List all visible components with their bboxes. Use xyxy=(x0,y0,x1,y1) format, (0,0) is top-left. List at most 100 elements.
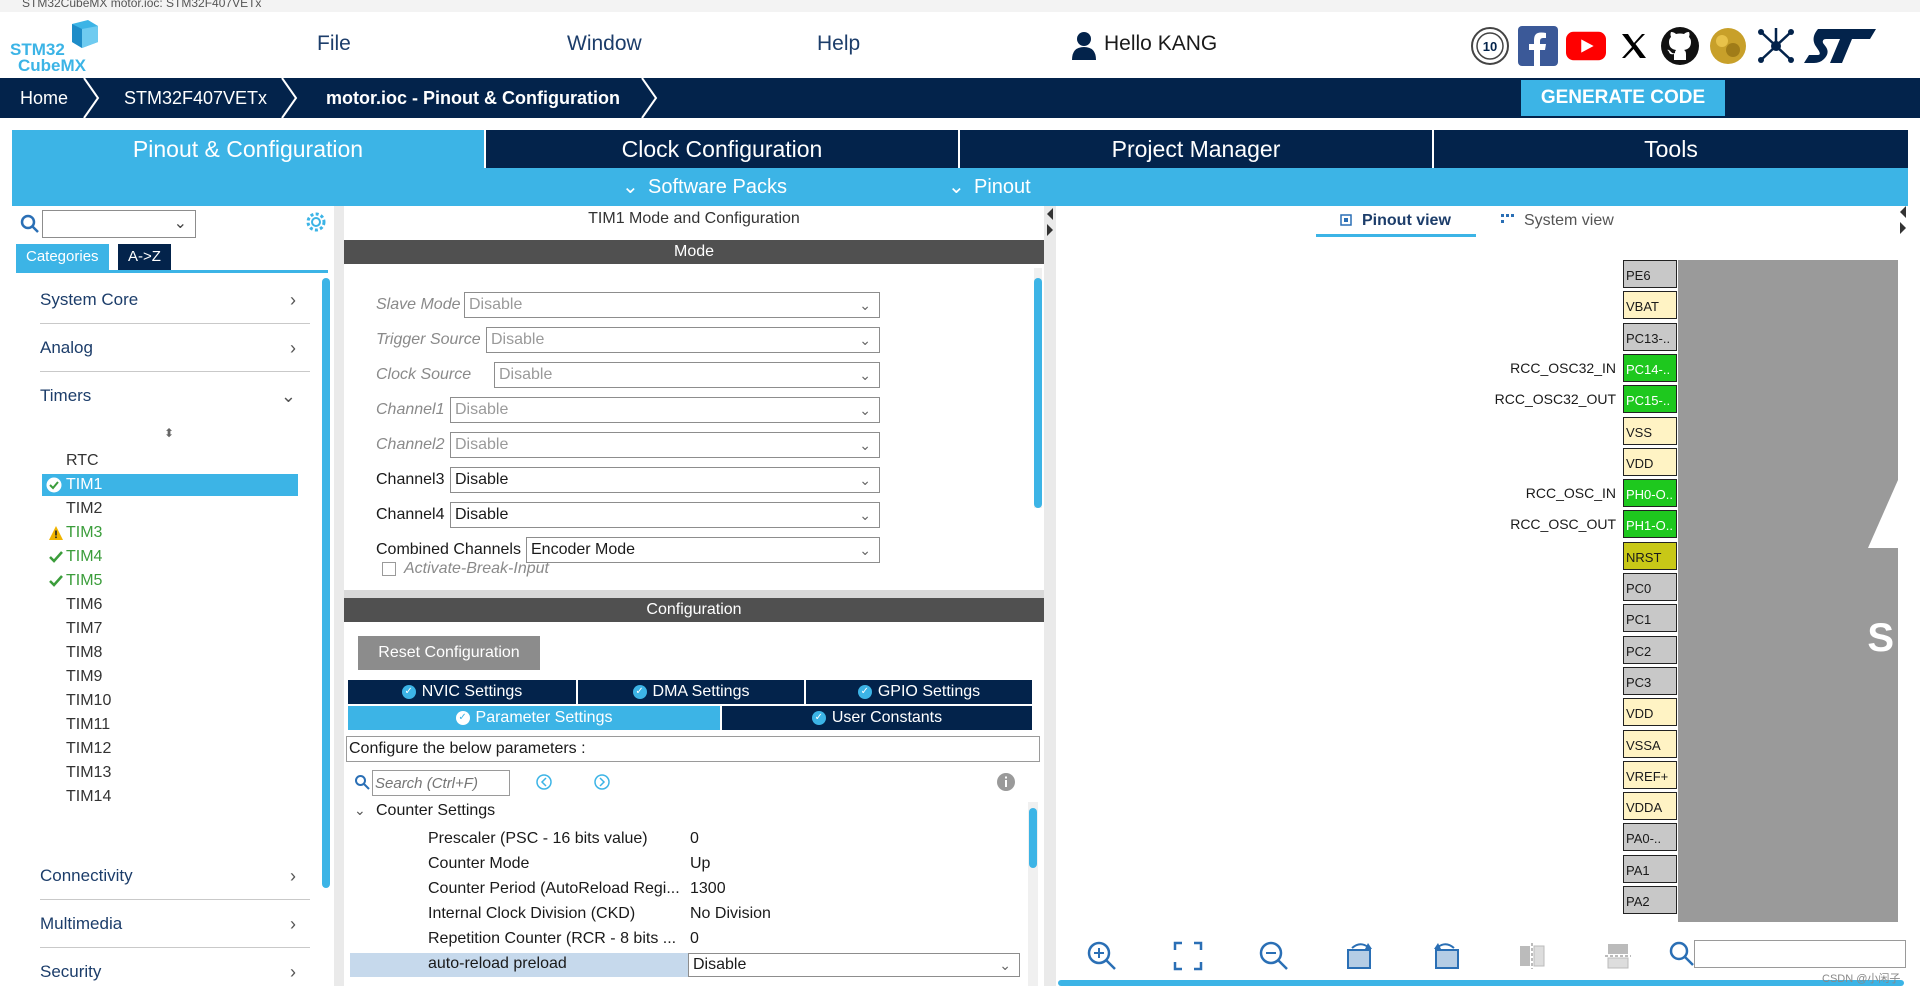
tab-nvic-settings[interactable]: ✓ NVIC Settings xyxy=(348,680,576,704)
tab-pinout-configuration[interactable]: Pinout & Configuration xyxy=(12,130,486,168)
x-twitter-icon[interactable] xyxy=(1614,26,1654,66)
collapse-arrows-icon[interactable] xyxy=(1044,206,1056,246)
param-scrollbar-thumb[interactable] xyxy=(1029,808,1037,868)
previous-result-icon[interactable] xyxy=(534,772,554,792)
parameter-value[interactable]: No Division xyxy=(690,905,771,923)
category-search-input[interactable]: ⌄ xyxy=(42,210,196,238)
info-icon[interactable] xyxy=(996,772,1016,792)
network-icon[interactable] xyxy=(1756,26,1796,66)
pin[interactable]: NRST xyxy=(1623,541,1677,570)
panel-splitter[interactable] xyxy=(1044,206,1056,986)
mode-field-select[interactable]: Disable ⌄ xyxy=(494,362,880,388)
mode-field-select[interactable]: Disable ⌄ xyxy=(450,502,880,528)
parameter-search-input[interactable] xyxy=(372,770,510,796)
timer-item[interactable]: TIM11 xyxy=(66,714,110,736)
mode-field-select[interactable]: Disable ⌄ xyxy=(464,292,880,318)
breadcrumb-home[interactable]: Home xyxy=(20,78,68,118)
menu-window[interactable]: Window xyxy=(567,32,642,56)
mode-field-select[interactable]: Disable ⌄ xyxy=(486,327,880,353)
rotate-right-icon[interactable] xyxy=(1344,940,1376,972)
break-input-checkbox[interactable] xyxy=(382,562,396,576)
software-packs-menu[interactable]: Software Packs xyxy=(648,168,787,206)
param-scrollbar-track[interactable] xyxy=(1028,802,1038,986)
category-timers[interactable]: Timers ⌄ xyxy=(40,372,310,420)
pin[interactable]: PC13-.. xyxy=(1623,322,1677,351)
tab-categories[interactable]: Categories xyxy=(16,244,109,270)
category-connectivity[interactable]: Connectivity › xyxy=(40,852,310,900)
youtube-icon[interactable] xyxy=(1566,26,1606,66)
user-greeting[interactable]: Hello KANG xyxy=(1104,32,1217,56)
category-analog[interactable]: Analog › xyxy=(40,324,310,372)
parameter-value[interactable]: Up xyxy=(690,855,710,873)
reset-configuration-button[interactable]: Reset Configuration xyxy=(358,636,540,670)
facebook-icon[interactable] xyxy=(1518,26,1558,66)
tab-tools[interactable]: Tools xyxy=(1434,130,1908,168)
left-scrollbar[interactable] xyxy=(322,278,330,888)
timer-item[interactable]: TIM8 xyxy=(66,642,102,664)
pin[interactable]: PH1-O.. xyxy=(1623,510,1677,539)
tab-a-z[interactable]: A->Z xyxy=(118,244,171,270)
menu-help[interactable]: Help xyxy=(817,32,860,56)
generate-code-button[interactable]: GENERATE CODE xyxy=(1521,80,1725,116)
pin[interactable]: PC3 xyxy=(1623,666,1677,695)
auto-reload-preload-select[interactable]: Disable ⌄ xyxy=(688,953,1020,977)
timer-item-warning[interactable]: TIM3 xyxy=(49,522,102,544)
parameter-value[interactable]: 0 xyxy=(690,930,699,948)
mode-field-select[interactable]: Disable ⌄ xyxy=(450,432,880,458)
parameter-value[interactable]: 0 xyxy=(690,830,699,848)
expand-arrow-icon[interactable] xyxy=(1896,206,1908,236)
timer-item-ok[interactable]: TIM4 xyxy=(49,546,102,568)
category-security[interactable]: Security › xyxy=(40,948,310,996)
panel-splitter[interactable] xyxy=(334,206,344,986)
next-result-icon[interactable] xyxy=(592,772,612,792)
tab-pinout-view[interactable]: Pinout view xyxy=(1362,212,1451,230)
pinout-menu[interactable]: Pinout xyxy=(974,168,1031,206)
pin[interactable]: PH0-O.. xyxy=(1623,479,1677,508)
tab-dma-settings[interactable]: ✓ DMA Settings xyxy=(578,680,804,704)
pin[interactable]: PC15-.. xyxy=(1623,385,1677,414)
pin[interactable]: VBAT xyxy=(1623,291,1677,320)
gear-icon[interactable] xyxy=(304,210,328,234)
anniversary-badge-icon[interactable]: 10 xyxy=(1470,26,1510,66)
timer-item[interactable]: TIM7 xyxy=(66,618,102,640)
horizontal-scrollbar[interactable] xyxy=(1058,980,1904,986)
fit-screen-icon[interactable] xyxy=(1172,940,1204,972)
pin[interactable]: VDD xyxy=(1623,447,1677,476)
parameter-value[interactable]: 1300 xyxy=(690,880,726,898)
pin[interactable]: VDD xyxy=(1623,698,1677,727)
pin[interactable]: VSS xyxy=(1623,416,1677,445)
timer-item[interactable]: TIM13 xyxy=(66,762,111,784)
pin[interactable]: VDDA xyxy=(1623,792,1677,821)
st-logo-icon[interactable] xyxy=(1804,26,1878,66)
pin[interactable]: VREF+ xyxy=(1623,760,1677,789)
pin[interactable]: PA0-.. xyxy=(1623,823,1677,852)
pin[interactable]: VSSA xyxy=(1623,729,1677,758)
group-counter-settings[interactable]: Counter Settings xyxy=(376,802,495,820)
mode-field-select[interactable]: Disable ⌄ xyxy=(450,397,880,423)
tab-parameter-settings[interactable]: ✓ Parameter Settings xyxy=(348,706,720,730)
timer-item[interactable]: TIM9 xyxy=(66,666,102,688)
rotate-left-icon[interactable] xyxy=(1430,940,1462,972)
zoom-out-icon[interactable] xyxy=(1258,940,1290,972)
flip-vertical-icon[interactable] xyxy=(1516,940,1548,972)
section-divider[interactable] xyxy=(344,590,1044,598)
timer-item[interactable]: TIM14 xyxy=(66,786,111,808)
timer-item[interactable]: RTC xyxy=(66,450,99,472)
timer-item[interactable]: TIM6 xyxy=(66,594,102,616)
pin[interactable]: PE6 xyxy=(1623,260,1677,288)
collapse-chevron-icon[interactable]: ⌄ xyxy=(354,802,366,819)
pin[interactable]: PC1 xyxy=(1623,604,1677,633)
timer-item-selected[interactable]: TIM1 xyxy=(42,474,298,496)
mode-field-select[interactable]: Encoder Mode ⌄ xyxy=(526,537,880,563)
category-system-core[interactable]: System Core › xyxy=(40,276,310,324)
pin[interactable]: PA2 xyxy=(1623,886,1677,914)
pin[interactable]: PC0 xyxy=(1623,573,1677,601)
pin[interactable]: PC2 xyxy=(1623,635,1677,664)
mode-field-select[interactable]: Disable ⌄ xyxy=(450,467,880,493)
tab-system-view[interactable]: System view xyxy=(1524,212,1614,230)
breadcrumb-project[interactable]: motor.ioc - Pinout & Configuration xyxy=(326,78,620,118)
timer-item[interactable]: TIM10 xyxy=(66,690,111,712)
flip-horizontal-icon[interactable] xyxy=(1602,940,1634,972)
sort-icon[interactable]: ⬍ xyxy=(164,426,174,440)
pin[interactable]: PC14-.. xyxy=(1623,353,1677,382)
